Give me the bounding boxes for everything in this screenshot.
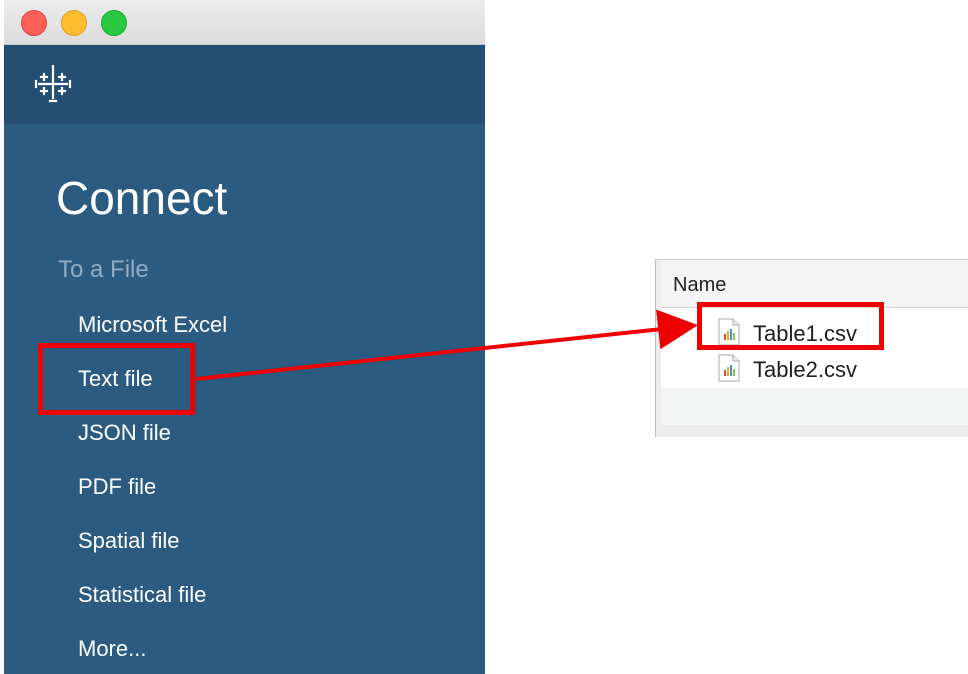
logo-bar [4,45,485,124]
empty-row [661,388,968,425]
file-name: Table2.csv [753,357,857,382]
section-heading-to-a-file: To a File [58,256,149,283]
connect-more[interactable]: More... [78,635,146,663]
connect-statistical-file[interactable]: Statistical file [78,581,206,609]
maximize-window-button[interactable] [101,10,127,36]
name-column-header[interactable]: Name [661,260,968,308]
close-window-button[interactable] [21,10,47,36]
connect-microsoft-excel[interactable]: Microsoft Excel [78,311,227,339]
highlight-box-text-file [38,343,195,415]
connect-spatial-file[interactable]: Spatial file [78,527,180,555]
connect-title: Connect [56,172,228,224]
name-column-label: Name [673,274,727,296]
file-row-table2[interactable]: Table2.csv [661,351,968,389]
connect-pdf-file[interactable]: PDF file [78,473,156,501]
title-bar [4,0,485,45]
minimize-window-button[interactable] [61,10,87,36]
connect-json-file[interactable]: JSON file [78,419,171,447]
finder-bottom-edge [661,425,968,437]
highlight-box-table1 [697,302,884,350]
tableau-window: Connect To a File Microsoft Excel Text f… [4,0,485,674]
csv-file-icon [718,354,740,382]
tableau-logo-icon [34,65,72,103]
